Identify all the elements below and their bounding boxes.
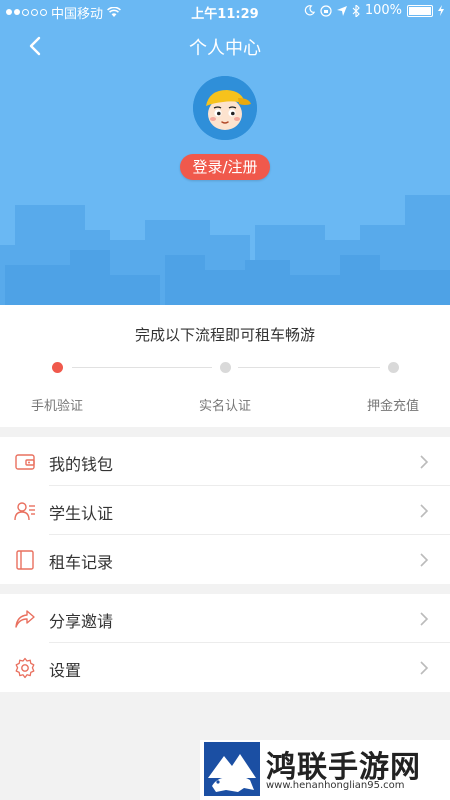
watermark-url: www.henanhonglian95.com — [266, 780, 405, 791]
menu-item-label: 分享邀请 — [49, 612, 114, 631]
city-skyline-illustration — [0, 195, 450, 305]
student-id-icon — [14, 502, 35, 521]
charging-bolt-icon — [438, 5, 444, 16]
progress-title: 完成以下流程即可租车畅游 — [134, 326, 315, 344]
wallet-icon — [15, 454, 35, 470]
location-arrow-icon — [336, 5, 347, 16]
chevron-right-icon — [420, 612, 429, 626]
menu-item-rental-records[interactable]: 租车记录 — [0, 535, 450, 584]
menu-item-settings[interactable]: 设置 — [0, 643, 450, 692]
battery-percent: 100% — [364, 3, 402, 18]
menu-item-label: 我的钱包 — [49, 455, 114, 474]
menu-group-other: 分享邀请 设置 — [0, 594, 450, 692]
battery-icon — [407, 4, 433, 17]
menu-item-label: 租车记录 — [49, 553, 114, 572]
step-dot-real-name — [220, 362, 231, 373]
bluetooth-icon — [352, 4, 360, 17]
cartoon-face-avatar-icon — [193, 76, 257, 140]
step-dot-deposit — [388, 362, 399, 373]
menu-item-label: 设置 — [49, 661, 82, 680]
step-connector-line — [238, 367, 380, 368]
avatar[interactable] — [193, 76, 257, 140]
rotation-lock-icon — [320, 4, 332, 17]
step-label-real-name: 实名认证 — [199, 399, 252, 414]
step-dot-phone-verify — [52, 362, 63, 373]
settings-gear-icon — [15, 657, 35, 679]
bull-mountain-logo-icon — [204, 742, 260, 796]
menu-item-share-invite[interactable]: 分享邀请 — [0, 594, 450, 643]
nav-bar: 个人中心 — [0, 30, 450, 62]
share-icon — [15, 610, 35, 628]
step-label-deposit: 押金充值 — [367, 399, 420, 414]
record-book-icon — [16, 550, 34, 570]
chevron-right-icon — [420, 504, 429, 518]
menu-item-wallet[interactable]: 我的钱包 — [0, 437, 450, 486]
moon-icon — [304, 5, 315, 16]
profile-header: 中国移动 上午11:29 100% 个人中心 登录/注册 — [0, 0, 450, 305]
page-title: 个人中心 — [189, 38, 261, 59]
menu-item-label: 学生认证 — [49, 504, 114, 523]
status-bar: 中国移动 上午11:29 100% — [0, 0, 450, 22]
chevron-right-icon — [420, 661, 429, 675]
menu-group-account: 我的钱包 学生认证 租车记录 — [0, 437, 450, 584]
site-watermark: 鸿联手游网 www.henanhonglian95.com — [200, 740, 450, 800]
menu-item-student-verify[interactable]: 学生认证 — [0, 486, 450, 535]
login-register-button[interactable]: 登录/注册 — [180, 154, 270, 180]
step-label-phone-verify: 手机验证 — [31, 399, 84, 414]
step-connector-line — [72, 367, 212, 368]
chevron-right-icon — [420, 553, 429, 567]
chevron-right-icon — [420, 455, 429, 469]
